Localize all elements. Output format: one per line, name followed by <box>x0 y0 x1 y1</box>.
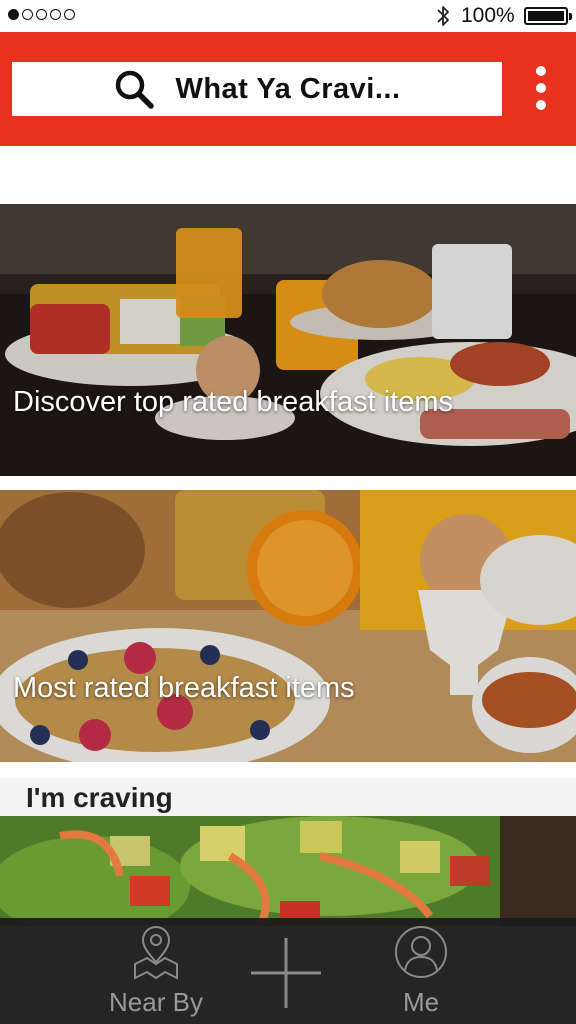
status-bar: 100% <box>0 0 576 32</box>
battery-icon <box>524 7 572 25</box>
search-placeholder: What Ya Cravi... <box>175 72 401 105</box>
more-vertical-icon[interactable] <box>524 64 558 112</box>
app-header: What Ya Cravi... <box>0 32 576 146</box>
section-header: I'm craving <box>0 778 576 816</box>
card-label: Most rated breakfast items <box>13 672 355 704</box>
search-icon <box>116 70 155 109</box>
search-input[interactable]: What Ya Cravi... <box>12 62 502 116</box>
nav-me[interactable]: Me <box>376 924 466 1018</box>
nav-label: Me <box>402 987 440 1017</box>
salad-photo <box>0 816 576 926</box>
card-label: Discover top rated breakfast items <box>13 386 454 418</box>
nav-near-by[interactable]: Near By <box>100 924 212 1018</box>
signal-strength-icon <box>8 9 75 20</box>
map-pin-icon <box>134 926 178 980</box>
breakfast-table-photo <box>0 204 576 476</box>
bluetooth-icon <box>437 6 449 26</box>
section-title: I'm craving <box>26 782 173 813</box>
most-rated-breakfast-card[interactable]: Most rated breakfast items <box>0 490 576 762</box>
nav-label: Near By <box>109 987 203 1017</box>
discover-breakfast-card[interactable]: Discover top rated breakfast items <box>0 204 576 476</box>
bottom-navigation: Near By Me <box>0 918 576 1024</box>
plus-icon <box>251 938 321 1008</box>
add-button[interactable] <box>246 932 326 1012</box>
user-icon <box>395 926 447 978</box>
battery-percentage: 100% <box>461 4 515 27</box>
cereal-and-egg-photo <box>0 490 576 762</box>
craving-card[interactable] <box>0 816 576 926</box>
